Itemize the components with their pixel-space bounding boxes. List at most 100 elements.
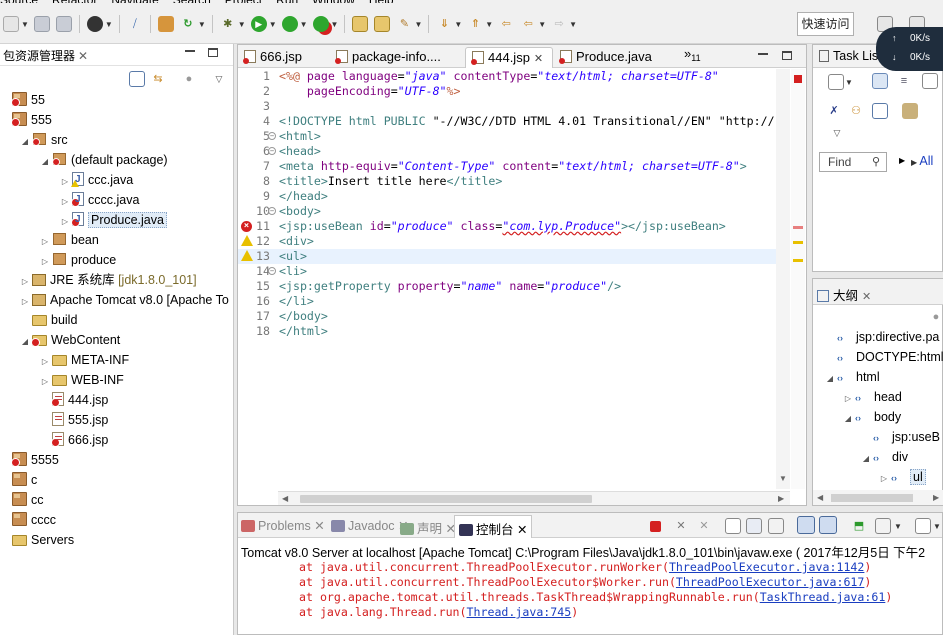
tree-item[interactable]: ▷ JRE 系统库 [jdk1.8.0_101] xyxy=(0,270,234,290)
tree-item[interactable]: ▷ ccc.java xyxy=(0,170,234,190)
menu-item-search[interactable]: Search xyxy=(173,0,211,3)
tree-item[interactable]: ▷ cccc.java xyxy=(0,190,234,210)
fold-toggle-icon[interactable]: − xyxy=(268,207,276,215)
quick-access-input[interactable]: 快速访问 xyxy=(797,12,854,36)
tree-item[interactable]: 666.jsp xyxy=(0,430,234,450)
code-line[interactable]: 2 pageEncoding="UTF-8"%> xyxy=(238,84,776,99)
menu-item-refactor[interactable]: Refactor xyxy=(52,0,97,3)
code-area[interactable]: 1 <%@ page language="java" contentType="t… xyxy=(238,69,776,489)
save-all-icon[interactable] xyxy=(55,16,72,32)
outline-item[interactable]: ▷ ‹› ul xyxy=(813,467,943,487)
expanded-arrow-icon[interactable]: ◢ xyxy=(40,152,50,172)
remove-all-icon[interactable]: ✕ xyxy=(696,518,712,534)
word-wrap-icon[interactable] xyxy=(768,518,784,534)
user-dropdown-icon[interactable]: ▼ xyxy=(105,20,113,29)
categorize-icon[interactable] xyxy=(872,73,888,89)
minimize-icon[interactable] xyxy=(758,53,768,55)
collapsed-arrow-icon[interactable]: ▷ xyxy=(40,372,50,392)
overview-warning-marker[interactable] xyxy=(793,241,803,244)
code-line[interactable]: 7 <meta http-equiv="Content-Type" content… xyxy=(238,159,776,174)
package-explorer-tab[interactable]: 包资源管理器 ✕ xyxy=(3,47,88,64)
tree-item[interactable]: 444.jsp xyxy=(0,390,234,410)
view-menu-icon[interactable]: ▽ xyxy=(829,125,845,141)
console-tab[interactable]: Problems ✕ xyxy=(241,518,325,533)
task-list-tab[interactable]: Task Lis xyxy=(819,49,878,63)
overview-error-marker[interactable] xyxy=(794,75,802,83)
back-dropdown-icon[interactable]: ▼ xyxy=(538,20,546,29)
debug-dropdown-icon[interactable]: ▼ xyxy=(238,20,246,29)
scroll-left-icon[interactable]: ◀ xyxy=(817,493,823,502)
coverage-dropdown-icon[interactable]: ▼ xyxy=(300,20,308,29)
collapsed-arrow-icon[interactable]: ▷ xyxy=(20,292,30,312)
new-icon[interactable] xyxy=(3,16,19,32)
stack-trace-link[interactable]: ThreadPoolExecutor.java:1142 xyxy=(669,560,864,574)
clear-console-icon[interactable] xyxy=(725,518,741,534)
all-filter-link[interactable]: ▶ All xyxy=(911,154,933,168)
code-line[interactable]: 5− <html> xyxy=(238,129,776,144)
outline-item[interactable]: ◢ ‹› body xyxy=(813,407,943,427)
scroll-right-icon[interactable]: ▶ xyxy=(933,493,939,502)
tree-item[interactable]: ▷ Produce.java xyxy=(0,210,234,230)
stack-trace-link[interactable]: Thread.java:745 xyxy=(467,605,572,619)
forward-icon[interactable]: ⇨ xyxy=(551,16,567,32)
debug-icon[interactable]: ✱ xyxy=(220,16,236,32)
minimize-icon[interactable] xyxy=(185,50,195,52)
forward-dropdown-icon[interactable]: ▼ xyxy=(569,20,577,29)
refresh-dropdown-icon[interactable]: ▼ xyxy=(198,20,206,29)
remove-launch-icon[interactable]: ✕ xyxy=(673,518,689,534)
close-icon[interactable]: ✕ xyxy=(311,519,324,533)
prev-annotation-dropdown-icon[interactable]: ▼ xyxy=(485,20,493,29)
tree-item[interactable]: ▷ WEB-INF xyxy=(0,370,234,390)
collapsed-arrow-icon[interactable]: ▷ xyxy=(879,469,889,489)
outline-item[interactable]: ‹› jsp:useB xyxy=(813,427,943,447)
menu-item-help[interactable]: Help xyxy=(369,0,394,3)
menu-item-project[interactable]: Project xyxy=(225,0,262,3)
overview-error-marker[interactable] xyxy=(793,226,803,229)
collapse-icon[interactable] xyxy=(872,103,888,119)
outline-item[interactable]: ◢ ‹› div xyxy=(813,447,943,467)
code-line[interactable]: × 11 <jsp:useBean id="produce" class="com.… xyxy=(238,219,776,234)
pin-console-icon[interactable]: ⬒ xyxy=(851,518,867,534)
close-icon[interactable]: ✕ xyxy=(862,291,871,303)
maximize-icon[interactable] xyxy=(782,51,792,60)
close-icon[interactable]: ✕ xyxy=(78,49,88,63)
open-type-icon[interactable] xyxy=(157,16,174,32)
tree-item[interactable]: ▷ bean xyxy=(0,230,234,250)
close-icon[interactable]: ✕ xyxy=(534,53,543,65)
tree-item[interactable]: 55 xyxy=(0,90,234,110)
collapsed-arrow-icon[interactable]: ▷ xyxy=(40,252,50,272)
collapsed-arrow-icon[interactable]: ▷ xyxy=(843,389,853,409)
outline-scroll-thumb[interactable] xyxy=(831,494,913,502)
show-on-output-icon[interactable] xyxy=(797,516,815,534)
outline-item[interactable]: ◢ ‹› html xyxy=(813,367,943,387)
overview-warning-marker[interactable] xyxy=(793,259,803,262)
collapsed-arrow-icon[interactable]: ▷ xyxy=(20,272,30,292)
next-annotation-dropdown-icon[interactable]: ▼ xyxy=(454,20,462,29)
last-edit-icon[interactable]: ⇦ xyxy=(498,16,514,32)
pen-dropdown-icon[interactable]: ▼ xyxy=(414,20,422,29)
open-console-icon[interactable] xyxy=(915,518,931,534)
filter-icon[interactable] xyxy=(922,73,938,89)
expanded-arrow-icon[interactable]: ◢ xyxy=(843,409,853,429)
skip-breakpoints-icon[interactable]: ⧸ xyxy=(127,16,143,32)
new-server-icon[interactable] xyxy=(352,16,369,32)
horizontal-scroll-thumb[interactable] xyxy=(300,495,592,503)
editor-tab[interactable]: package-info.... xyxy=(330,47,462,68)
fold-toggle-icon[interactable]: − xyxy=(268,147,276,155)
display-console-icon[interactable] xyxy=(875,518,891,534)
code-line[interactable]: 8 <title>Insert title here</title> xyxy=(238,174,776,189)
save-icon[interactable] xyxy=(33,16,50,32)
code-line[interactable]: 12 <div> xyxy=(238,234,776,249)
horizontal-scrollbar[interactable]: ◀ ▶ xyxy=(278,491,790,505)
run-icon[interactable]: ▶ xyxy=(250,16,267,32)
console-tab[interactable]: 声明 ✕ xyxy=(400,518,456,537)
stack-trace-link[interactable]: TaskThread.java:61 xyxy=(760,590,886,604)
link-with-editor-icon[interactable]: ⇆ xyxy=(150,71,166,87)
menu-item-navigate[interactable]: Navigate xyxy=(111,0,158,3)
expanded-arrow-icon[interactable]: ◢ xyxy=(825,369,835,389)
code-line[interactable]: 9 </head> xyxy=(238,189,776,204)
code-line[interactable]: 4 <!DOCTYPE html PUBLIC "-//W3C//DTD HTML… xyxy=(238,114,776,129)
code-line[interactable]: 18 </html> xyxy=(238,324,776,339)
fold-toggle-icon[interactable]: − xyxy=(268,267,276,275)
close-icon[interactable]: ✕ xyxy=(514,523,527,537)
